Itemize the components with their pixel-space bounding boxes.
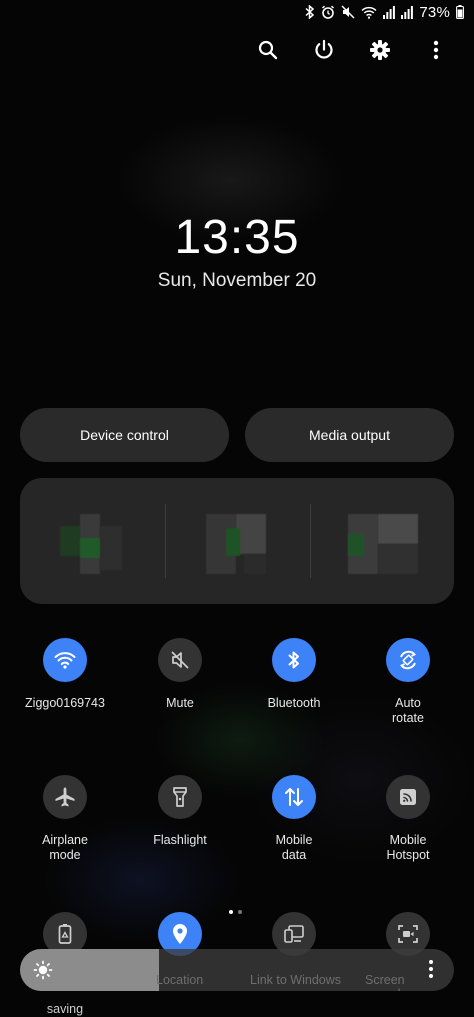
status-bar: 73% <box>305 0 464 24</box>
top-actions <box>254 36 450 64</box>
tile-label: Auto rotate <box>392 696 424 725</box>
hotspot-icon[interactable] <box>386 775 430 819</box>
flashlight-icon[interactable] <box>158 775 202 819</box>
signal-icon-2 <box>401 5 414 19</box>
smartthings-devices-card[interactable] <box>20 478 454 604</box>
tile-mobile-hotspot[interactable]: Mobile Hotspot <box>351 775 465 863</box>
card-divider <box>310 504 311 578</box>
tile-label-location: Location <box>156 973 204 987</box>
tile-label-link-to-windows: Link to Windows <box>250 973 342 987</box>
mute-icon[interactable] <box>158 638 202 682</box>
wifi-icon <box>361 6 377 19</box>
brightness-icon <box>33 960 53 985</box>
mute-icon <box>341 5 355 19</box>
tile-wifi[interactable]: Ziggo0169743 <box>8 638 122 711</box>
search-icon[interactable] <box>254 36 282 64</box>
tile-label: saving <box>46 1002 84 1016</box>
battery-icon <box>456 5 464 19</box>
brightness-more-icon[interactable] <box>428 959 434 984</box>
clock-date: Sun, November 20 <box>157 270 317 291</box>
card-divider <box>165 504 166 578</box>
tile-label: Mobile Hotspot <box>386 833 430 862</box>
airplane-icon[interactable] <box>43 775 87 819</box>
settings-icon[interactable] <box>366 36 394 64</box>
clock-time: 13:35 <box>174 211 300 264</box>
tile-bluetooth[interactable]: Bluetooth <box>237 638 351 711</box>
tile-label: Ziggo0169743 <box>25 696 105 710</box>
tile-flashlight[interactable]: Flashlight <box>123 775 237 848</box>
tile-label: Bluetooth <box>267 696 321 710</box>
bluetooth-icon <box>305 5 315 19</box>
battery-percent: 73% <box>419 3 450 21</box>
more-vert-icon[interactable] <box>422 36 450 64</box>
tile-mobile-data[interactable]: Mobile data <box>237 775 351 863</box>
auto-rotate-icon[interactable] <box>386 638 430 682</box>
bluetooth-icon[interactable] <box>272 638 316 682</box>
wifi-icon[interactable] <box>43 638 87 682</box>
tile-airplane-mode[interactable]: Airplane mode <box>8 775 122 863</box>
tile-auto-rotate[interactable]: Auto rotate <box>351 638 465 726</box>
tile-label: Mute <box>166 696 194 710</box>
tile-label: Flashlight <box>153 833 207 847</box>
tile-label: Mobile data <box>275 833 313 862</box>
media-output-button[interactable]: Media output <box>245 408 454 462</box>
brightness-slider[interactable]: Location Link to Windows Screen recorder <box>20 949 454 991</box>
mobile-data-icon[interactable] <box>272 775 316 819</box>
tile-mute[interactable]: Mute <box>123 638 237 711</box>
alarm-icon <box>321 5 335 19</box>
tile-label: Airplane mode <box>42 833 88 862</box>
signal-icon <box>383 5 396 19</box>
power-icon[interactable] <box>310 36 338 64</box>
device-control-button[interactable]: Device control <box>20 408 229 462</box>
tile-label-screen-recorder: Screen recorder <box>365 973 412 991</box>
